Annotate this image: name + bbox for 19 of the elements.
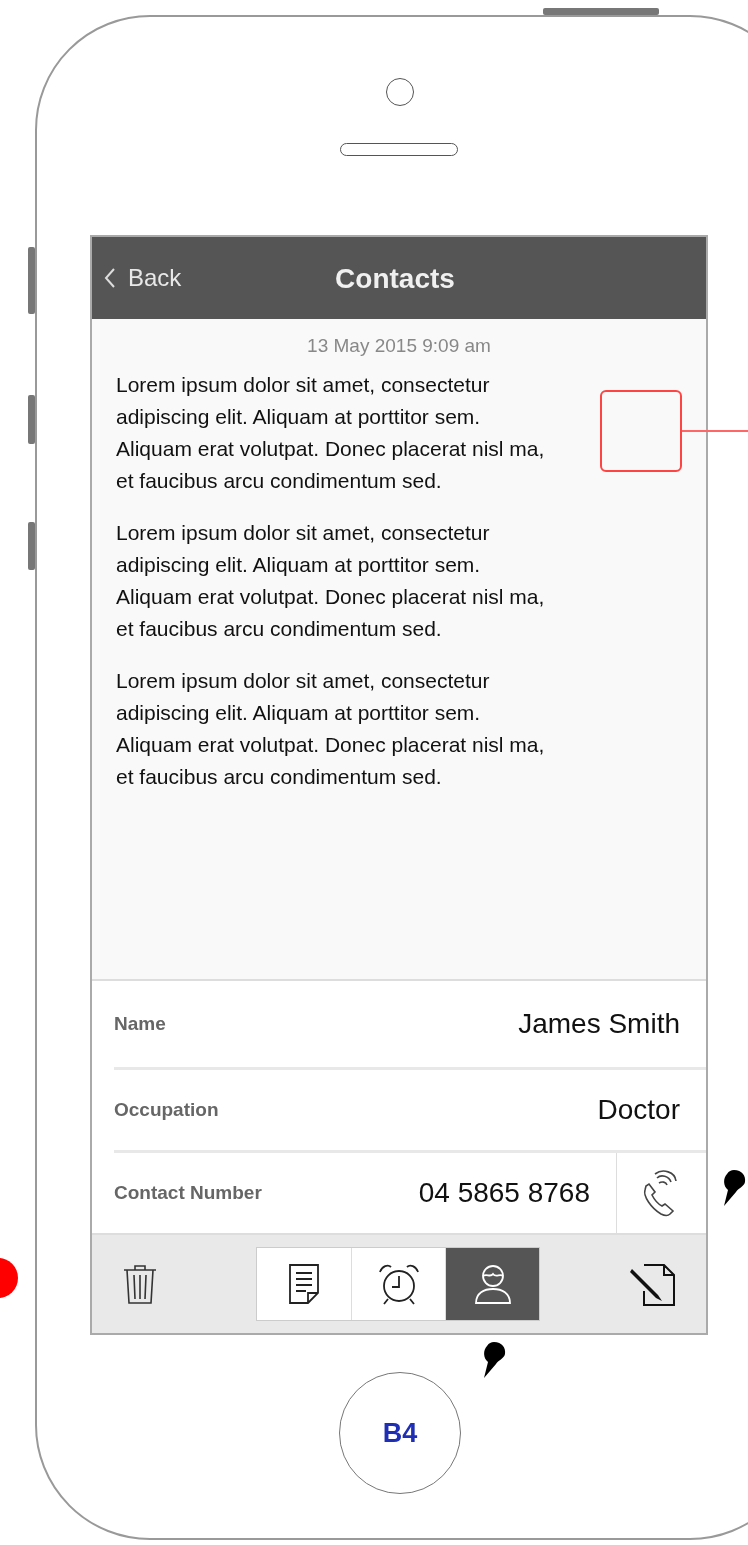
toolbar-tab[interactable]	[257, 1248, 351, 1320]
edit-document-icon	[628, 1261, 678, 1307]
message-paragraph: Lorem ipsum dolor sit amet, consectetur adipiscing elit. Aliquam at porttitor sem. Aliquam erat volutpat. Donec placerat nisl ma, et faucibus arcu condimentum sed.	[116, 372, 545, 494]
screen-title: Contacts	[334, 263, 456, 295]
toolbar-tab[interactable]	[445, 1248, 539, 1320]
message-paragraph: Lorem ipsum dolor sit amet, consectetur adipiscing elit. Aliquam at porttitor sem. Aliquam erat volutpat. Donec placerat nisl ma, et faucibus arcu condimentum sed.	[116, 668, 545, 790]
field-value: Doctor	[597, 1094, 681, 1126]
toolbar-tab[interactable]	[351, 1248, 445, 1320]
annotation-line	[682, 430, 748, 432]
field-label: Occupation	[114, 1099, 220, 1121]
home-button[interactable]: B4	[339, 1372, 461, 1494]
field-label: Contact Number	[114, 1182, 263, 1204]
field-label: Name	[114, 1013, 167, 1035]
message-paragraph: Lorem ipsum dolor sit amet, consectetur adipiscing elit. Aliquam at porttitor sem. Aliquam erat volutpat. Donec placerat nisl ma, et faucibus arcu condimentum sed.	[116, 520, 545, 642]
chevron-left-icon	[104, 267, 116, 289]
back-button[interactable]: Back	[92, 258, 192, 298]
field-value: 04 5865 8768	[418, 1177, 591, 1209]
timestamp: 13 May 2015 9:09 am	[306, 335, 492, 357]
field-value: James Smith	[518, 1008, 681, 1040]
